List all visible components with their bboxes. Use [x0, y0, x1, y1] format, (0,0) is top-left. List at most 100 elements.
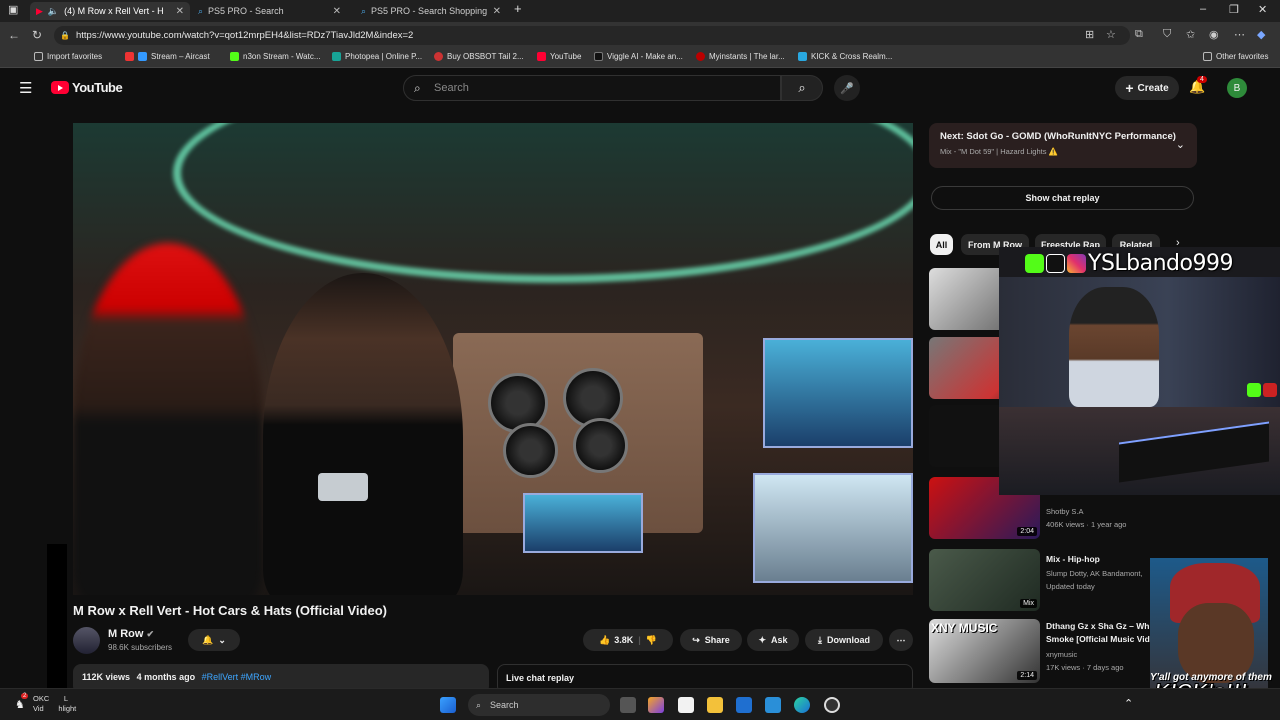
more-icon: ⋯: [896, 634, 906, 645]
taskbar-widget-text[interactable]: OKC L Vid hlight: [33, 694, 76, 714]
more-actions-button[interactable]: ⋯: [889, 629, 913, 651]
rec-updated: Updated today: [1046, 582, 1095, 591]
maximize-icon[interactable]: ❐: [1229, 3, 1239, 16]
chevron-up-icon[interactable]: ⌃: [1124, 697, 1133, 710]
close-window-icon[interactable]: ✕: [1258, 3, 1267, 16]
obs-icon[interactable]: [824, 697, 840, 713]
fav-label: Other favorites: [1216, 52, 1269, 61]
speaker-shape: [503, 423, 558, 478]
fav-import[interactable]: Import favorites: [34, 52, 102, 61]
window-menu-icon[interactable]: ▣: [8, 3, 18, 16]
tab-ps5-shopping[interactable]: ⌕ PS5 PRO - Search Shopping ✕: [355, 2, 507, 20]
divider: |: [638, 635, 641, 645]
notification-app-icon[interactable]: ♞: [15, 698, 25, 711]
new-tab-icon[interactable]: +: [514, 1, 522, 16]
copilot-taskbar-icon[interactable]: [648, 697, 664, 713]
monitor-shape: [753, 473, 913, 583]
windows-start-icon[interactable]: [440, 697, 456, 713]
create-button[interactable]: + Create: [1115, 76, 1179, 100]
voice-search-button[interactable]: 🎤: [834, 75, 860, 101]
notifications-button[interactable]: 🔔 4: [1189, 76, 1207, 95]
search-button[interactable]: ⌕: [781, 75, 823, 101]
fav-photopea[interactable]: Photopea | Online P...: [332, 52, 422, 61]
fav-youtube[interactable]: YouTube: [537, 52, 581, 61]
channel-name[interactable]: M Row ✔: [108, 628, 154, 640]
youtube-favicon-icon: ▶: [36, 5, 43, 16]
edge-icon[interactable]: [794, 697, 810, 713]
chip-all[interactable]: All: [930, 234, 953, 255]
fav-label: Viggle AI - Make an...: [607, 52, 683, 61]
channel-avatar[interactable]: [73, 627, 100, 654]
tab-youtube[interactable]: ▶ 🔈 (4) M Row x Rell Vert - Hot C ✕: [30, 2, 190, 20]
search-icon: ⌕: [414, 80, 421, 95]
taskbar-search[interactable]: ⌕ Search: [468, 694, 610, 716]
minimize-icon[interactable]: –: [1200, 3, 1206, 15]
tab-close-icon[interactable]: ✕: [176, 6, 184, 17]
fav-label: Stream – Aircast: [151, 52, 210, 61]
like-dislike-group: 👍 3.8K | 👎: [583, 629, 673, 651]
chip-label: All: [935, 239, 948, 250]
apps-icon[interactable]: ⊞: [1085, 28, 1094, 41]
person-center-shape: [263, 273, 463, 595]
rec-title[interactable]: Dthang Gz x Sha Gz – Wh: [1046, 621, 1156, 631]
rec-title[interactable]: Mix - Hip-hop: [1046, 554, 1156, 564]
video-player[interactable]: [73, 123, 913, 595]
favorites-icon[interactable]: ✩: [1186, 28, 1195, 41]
outlook-icon[interactable]: [736, 697, 752, 713]
up-next-card[interactable]: Next: Sdot Go - GOMD (WhoRunItNYC Perfor…: [929, 123, 1197, 168]
task-view-icon[interactable]: [620, 697, 636, 713]
streamer-shape: [1069, 287, 1159, 407]
rec-thumbnail-5[interactable]: Mix: [929, 549, 1040, 611]
mix-badge: Mix: [1020, 599, 1037, 608]
favorite-star-icon[interactable]: ☆: [1106, 28, 1116, 41]
tab-ps5-search[interactable]: ⌕ PS5 PRO - Search ✕: [192, 2, 347, 20]
refresh-icon[interactable]: ↻: [32, 28, 42, 42]
youtube-header: ☰ YouTube ⌕ Search ⌕ 🎤 + Create 🔔 4 B: [0, 70, 1280, 106]
tab-close-icon[interactable]: ✕: [493, 6, 501, 17]
fav-label: Buy OBSBOT Tail 2...: [447, 52, 524, 61]
favorites-bar: Import favorites Stream – Aircast n3on S…: [0, 49, 1280, 68]
chevron-down-icon[interactable]: ⌄: [1176, 138, 1185, 151]
dislike-button[interactable]: 👎: [646, 635, 657, 646]
rec-title-line2[interactable]: Smoke [Official Music Vid: [1046, 634, 1156, 644]
file-explorer-icon[interactable]: [707, 697, 723, 713]
taskbar-badge: 2: [21, 693, 29, 699]
fav-myinstants[interactable]: Myinstants | The lar...: [696, 52, 785, 61]
fav-aircast[interactable]: Stream – Aircast: [125, 52, 210, 61]
photos-icon[interactable]: [765, 697, 781, 713]
live-chat-replay-label: Live chat replay: [506, 673, 575, 683]
store-icon[interactable]: [678, 697, 694, 713]
duration-badge: 2:14: [1017, 671, 1037, 680]
fav-other[interactable]: Other favorites: [1203, 52, 1268, 61]
profile-icon[interactable]: ◉: [1209, 28, 1219, 41]
like-button[interactable]: 👍 3.8K: [599, 635, 633, 646]
rec-thumbnail-6[interactable]: XNY MUSIC 2:14: [929, 619, 1040, 683]
subscription-bell-button[interactable]: 🔔 ⌄: [188, 629, 240, 651]
hamburger-menu-icon[interactable]: ☰: [19, 79, 32, 97]
download-button[interactable]: ⤓ Download: [805, 629, 883, 651]
ask-button[interactable]: ✦ Ask: [747, 629, 799, 651]
account-avatar[interactable]: B: [1227, 78, 1247, 98]
fav-obsbot[interactable]: Buy OBSBOT Tail 2...: [434, 52, 524, 61]
copilot-icon[interactable]: ◆: [1257, 28, 1265, 41]
fav-n3on[interactable]: n3on Stream - Watc...: [230, 52, 321, 61]
show-chat-replay-button[interactable]: Show chat replay: [931, 186, 1194, 210]
search-input[interactable]: ⌕ Search: [403, 75, 781, 101]
fav-label: Import favorites: [47, 52, 103, 61]
kick-logo-icon: [1025, 253, 1044, 273]
speaker-icon[interactable]: 🔈: [48, 6, 59, 17]
fav-kick[interactable]: KICK & Cross Realm...: [798, 52, 892, 61]
tab-close-icon[interactable]: ✕: [333, 6, 341, 17]
youtube-logo[interactable]: YouTube: [51, 80, 123, 95]
url-field[interactable]: 🔒 https://www.youtube.com/watch?v=qot12m…: [54, 26, 1130, 45]
more-icon[interactable]: ⋯: [1234, 28, 1245, 41]
streamer-name: YSLbando999: [1088, 250, 1233, 276]
rec-channel: xnymusic: [1046, 650, 1078, 659]
fav-viggle[interactable]: Viggle AI - Make an...: [594, 52, 683, 61]
split-icon[interactable]: ⛉: [1163, 28, 1171, 41]
hashtags[interactable]: #RellVert #MRow: [202, 672, 272, 682]
back-icon[interactable]: ←: [8, 28, 20, 42]
extensions-icon[interactable]: ⧉: [1135, 28, 1143, 41]
share-button[interactable]: ↪ Share: [680, 629, 742, 651]
taskbar-search-label: Search: [490, 700, 519, 710]
